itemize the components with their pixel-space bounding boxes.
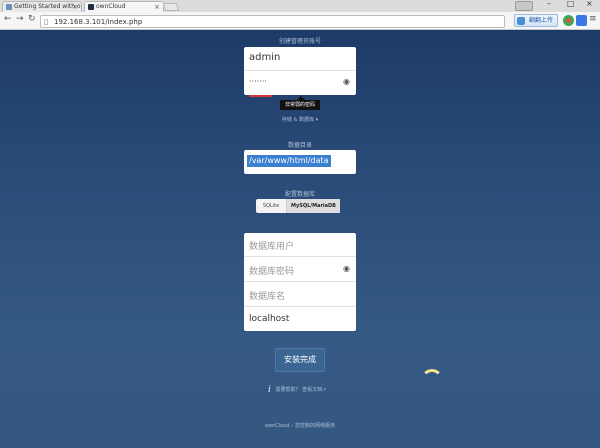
loading-spinner [421,369,443,391]
database-password-field[interactable]: 数据库密码 ◉ [244,258,356,282]
translate-icon[interactable] [576,15,587,26]
owncloud-setup-page: 创建管理员账号 admin ······· ◉ 非常弱的密码 存储 & 数据库 … [0,30,600,448]
close-tab-icon[interactable]: × [154,2,160,12]
extension-upload-button[interactable]: 翻翻上传 [514,14,558,27]
minimize-icon[interactable]: – [547,0,551,8]
show-password-icon[interactable]: ◉ [343,77,350,86]
admin-account-heading: 创建管理员账号 [278,38,321,45]
reload-icon[interactable]: ↻ [28,14,36,24]
database-user-field[interactable]: 数据库用户 [244,233,356,257]
mysql-mariadb-option[interactable]: MySQL/MariaDB [286,199,340,213]
database-host-value: localhost [249,314,290,324]
restore-icon[interactable]: □ [567,0,575,8]
database-config-label: 配置数据库 [284,191,315,198]
admin-username-value: admin [249,52,281,63]
storage-database-toggle[interactable]: 存储 & 数据库 ▾ [270,116,330,123]
back-icon[interactable]: ← [4,14,12,24]
owncloud-favicon-icon [6,4,12,10]
database-type-toggle: SQLite MySQL/MariaDB [256,199,340,213]
tab-strip: Getting Started with o × ownCloud × – □ … [0,0,600,12]
tab-owncloud[interactable]: ownCloud × [84,1,164,12]
database-credentials-card: 数据库用户 数据库密码 ◉ 数据库名 localhost [244,233,356,331]
extension-logo-icon [517,17,525,25]
page-icon: ▯ [44,17,49,26]
tab-title: Getting Started with o [14,3,81,10]
help-line: i 需要帮助？ 查看文档↗ [268,385,336,395]
data-directory-label: 数据目录 [287,142,312,149]
show-password-icon[interactable]: ◉ [343,264,350,273]
forward-icon[interactable]: → [16,14,24,24]
documentation-link[interactable]: 查看文档↗ [302,387,326,393]
extension-label: 翻翻上传 [529,17,554,24]
database-name-field[interactable]: 数据库名 [244,283,356,307]
sqlite-option[interactable]: SQLite [256,199,286,213]
database-password-placeholder: 数据库密码 [249,267,295,277]
owncloud-favicon-icon [88,4,94,10]
admin-username-field[interactable]: admin [244,47,356,71]
database-user-placeholder: 数据库用户 [249,242,295,252]
footer-text: ownCloud – 您控制的网络服务 [264,423,336,429]
database-host-field[interactable]: localhost [244,308,356,332]
data-directory-input[interactable]: /var/www/html/data [244,150,356,174]
finish-install-button[interactable]: 安装完成 [275,348,325,372]
info-icon: i [268,385,271,395]
chrome-extension-icon[interactable] [563,15,574,26]
browser-toolbar: ← → ↻ ▯ 192.168.3.101/index.php 翻翻上传 ≡ [0,12,600,30]
tab-title: ownCloud [96,3,126,10]
url-text[interactable]: 192.168.3.101/index.php [54,17,142,27]
data-directory-value: /var/www/html/data [247,155,331,167]
help-text: 需要帮助？ [275,387,301,393]
close-tab-icon[interactable]: × [72,2,78,12]
new-tab-button[interactable] [162,3,180,11]
admin-credentials-card: admin ······· ◉ [244,47,356,97]
tab-getting-started[interactable]: Getting Started with o × [2,1,82,12]
database-name-placeholder: 数据库名 [249,292,286,302]
menu-icon[interactable]: ≡ [589,14,597,24]
close-window-icon[interactable]: × [586,0,593,8]
admin-password-field[interactable]: ······· ◉ [244,71,356,95]
address-bar[interactable]: ▯ 192.168.3.101/index.php [40,15,505,28]
admin-password-value: ······· [249,77,267,86]
profile-button[interactable] [515,1,533,11]
password-strength-tooltip: 非常弱的密码 [280,100,320,110]
password-strength-bar [249,95,272,97]
